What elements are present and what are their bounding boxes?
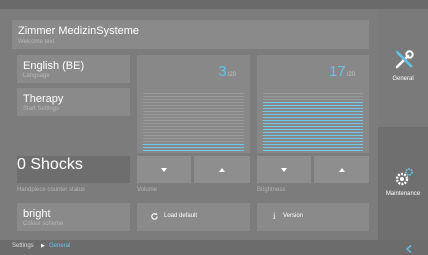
level-bar	[143, 108, 244, 109]
level-bar	[263, 135, 363, 136]
level-bar	[263, 108, 363, 109]
volume-value: 3/20	[218, 63, 236, 80]
level-bar	[263, 102, 363, 103]
level-bar	[263, 105, 363, 106]
volume-panel: 3/20	[137, 55, 250, 153]
volume-up-button[interactable]	[194, 156, 250, 183]
sidebar-item-maintenance[interactable]: Maintenance	[378, 127, 428, 240]
level-bar	[263, 99, 363, 100]
level-bar	[143, 111, 244, 112]
app-title: Zimmer MedizinSysteme	[18, 25, 140, 37]
level-bar	[263, 114, 363, 115]
gears-icon	[395, 168, 413, 186]
shocks-label: Handpiece counter status	[17, 187, 86, 193]
level-bar	[263, 93, 363, 94]
arrow-up-icon	[338, 167, 345, 172]
colour-tile[interactable]: bright Colour scheme	[17, 203, 130, 231]
level-bar	[143, 129, 244, 130]
breadcrumb-current: General	[49, 243, 71, 249]
therapy-label: Start Settings	[23, 106, 60, 112]
level-bar	[263, 123, 363, 124]
welcome-text: Welcome text	[18, 39, 55, 45]
level-bar	[143, 114, 244, 115]
level-bar	[263, 150, 363, 151]
therapy-value: Therapy	[23, 93, 64, 105]
brightness-panel: 17/20	[257, 55, 369, 153]
language-value: English (BE)	[23, 60, 85, 72]
version-label: Version	[283, 213, 304, 219]
arrow-up-icon	[219, 167, 225, 172]
brightness-down-button[interactable]	[257, 156, 311, 183]
level-bar	[143, 117, 244, 118]
level-bar	[143, 123, 244, 124]
level-bar	[143, 135, 244, 136]
level-bar	[263, 132, 363, 133]
level-bar	[263, 120, 363, 121]
level-bar	[263, 117, 363, 118]
arrow-down-icon	[161, 167, 167, 172]
sidebar-maintenance-label: Maintenance	[385, 191, 421, 197]
load-default-label: Load default	[164, 213, 198, 219]
level-bar	[263, 144, 363, 145]
level-bar	[143, 96, 244, 97]
reload-icon	[151, 212, 158, 220]
brightness-up-button[interactable]	[314, 156, 369, 183]
arrow-down-icon	[281, 167, 287, 172]
level-bar	[143, 144, 244, 145]
level-bar	[143, 120, 244, 121]
header-tile: Zimmer MedizinSysteme Welcome text	[12, 20, 369, 49]
volume-bars	[143, 93, 244, 153]
chevron-left-icon[interactable]	[406, 245, 412, 253]
level-bar	[263, 126, 363, 127]
level-bar	[143, 141, 244, 142]
breadcrumb-separator-icon: ▶	[41, 243, 45, 249]
level-bar	[143, 105, 244, 106]
colour-value: bright	[23, 208, 51, 220]
level-bar	[263, 138, 363, 139]
volume-down-button[interactable]	[137, 156, 191, 183]
shocks-value: 0 Shocks	[17, 156, 83, 173]
level-bar	[263, 129, 363, 130]
brightness-value: 17/20	[328, 63, 355, 80]
breadcrumb-root[interactable]: Settings	[12, 243, 34, 249]
level-bar	[143, 150, 244, 151]
sidebar-general-label: General	[392, 76, 414, 82]
language-tile[interactable]: English (BE) Language	[17, 55, 130, 83]
brightness-label: Brightness	[257, 187, 286, 193]
level-bar	[143, 93, 244, 94]
level-bar	[143, 147, 244, 148]
level-bar	[263, 141, 363, 142]
level-bar	[263, 96, 363, 97]
shocks-tile[interactable]: 0 Shocks	[17, 156, 130, 183]
level-bar	[143, 132, 244, 133]
top-strip	[0, 0, 428, 9]
language-label: Language	[23, 73, 50, 79]
level-bar	[263, 111, 363, 112]
wrench-screwdriver-icon	[395, 50, 414, 69]
colour-label: Colour scheme	[23, 221, 64, 227]
level-bar	[263, 147, 363, 148]
brightness-bars	[263, 93, 363, 153]
level-bar	[143, 99, 244, 100]
sidebar-item-general[interactable]: General	[378, 9, 428, 126]
version-button[interactable]: i Version	[257, 203, 369, 231]
breadcrumb: Settings ▶ General	[0, 240, 428, 255]
level-bar	[143, 102, 244, 103]
info-icon: i	[273, 211, 276, 221]
level-bar	[143, 138, 244, 139]
volume-label: Volume	[137, 187, 158, 193]
load-default-button[interactable]: Load default	[137, 203, 250, 231]
therapy-tile[interactable]: Therapy Start Settings	[17, 88, 130, 116]
level-bar	[143, 126, 244, 127]
